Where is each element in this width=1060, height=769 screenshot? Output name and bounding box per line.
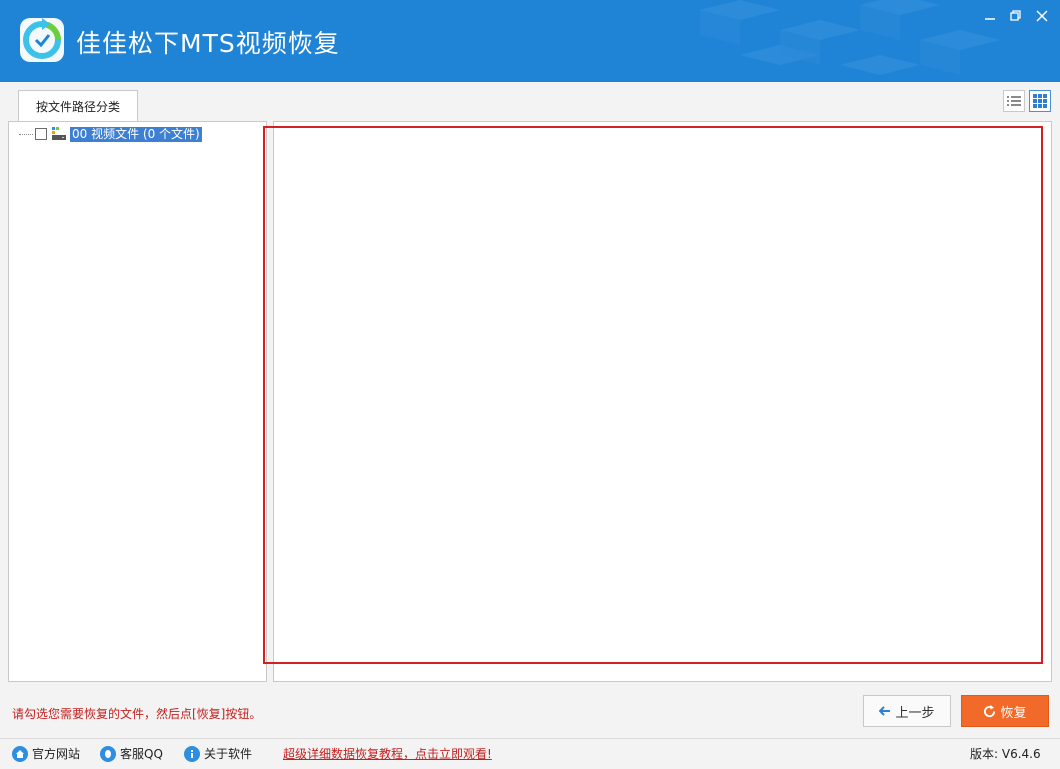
customer-service-qq-link[interactable]: 客服QQ (100, 745, 163, 762)
close-button[interactable] (1030, 6, 1054, 26)
highlight-annotation-box (263, 126, 1043, 664)
minimize-button[interactable] (978, 6, 1002, 26)
folder-tree-panel[interactable]: 00 视频文件 (0 个文件) (8, 121, 267, 682)
official-website-label: 官方网站 (32, 747, 81, 761)
qq-icon (100, 745, 116, 762)
app-logo-icon (20, 18, 64, 62)
grid-view-icon (1033, 94, 1047, 108)
tree-connector (19, 133, 33, 135)
status-footer: 官方网站 客服QQ 关于软件 超级详细数据恢复教程，点击立即观看! 版本: V6… (0, 738, 1060, 769)
tree-item-checkbox[interactable] (35, 128, 47, 140)
recover-button[interactable]: 恢复 (961, 695, 1049, 727)
restore-button[interactable] (1004, 6, 1028, 26)
title-bar: 佳佳松下MTS视频恢复 (0, 0, 1060, 82)
arrow-left-icon (879, 706, 891, 716)
about-software-label: 关于软件 (204, 747, 253, 761)
version-label: 版本: V6.4.6 (970, 747, 1041, 761)
background-cubes-decoration (700, 0, 1000, 75)
app-title: 佳佳松下MTS视频恢复 (76, 29, 340, 58)
recover-label: 恢复 (1000, 705, 1027, 721)
previous-step-button[interactable]: 上一步 (863, 695, 951, 727)
drive-icon (52, 127, 66, 140)
tree-item-label[interactable]: 00 视频文件 (0 个文件) (70, 126, 202, 142)
list-view-icon (1007, 96, 1021, 106)
instruction-hint: 请勾选您需要恢复的文件，然后点[恢复]按钮。 (12, 707, 262, 721)
list-view-button[interactable] (1003, 90, 1025, 112)
minimize-icon (985, 18, 995, 20)
home-icon (12, 745, 28, 762)
restore-icon (1010, 10, 1021, 21)
info-icon (184, 745, 200, 762)
grid-view-button[interactable] (1029, 90, 1051, 112)
about-software-link[interactable]: 关于软件 (184, 745, 252, 762)
previous-step-label: 上一步 (895, 705, 935, 721)
tutorial-link[interactable]: 超级详细数据恢复教程，点击立即观看! (283, 745, 492, 762)
official-website-link[interactable]: 官方网站 (12, 745, 80, 762)
tree-item[interactable]: 00 视频文件 (0 个文件) (19, 126, 202, 142)
close-icon (1036, 10, 1048, 22)
refresh-icon (984, 704, 996, 717)
tab-by-file-path[interactable]: 按文件路径分类 (18, 90, 138, 121)
tab-bar: 按文件路径分类 (0, 82, 1060, 121)
customer-service-qq-label: 客服QQ (120, 747, 163, 761)
